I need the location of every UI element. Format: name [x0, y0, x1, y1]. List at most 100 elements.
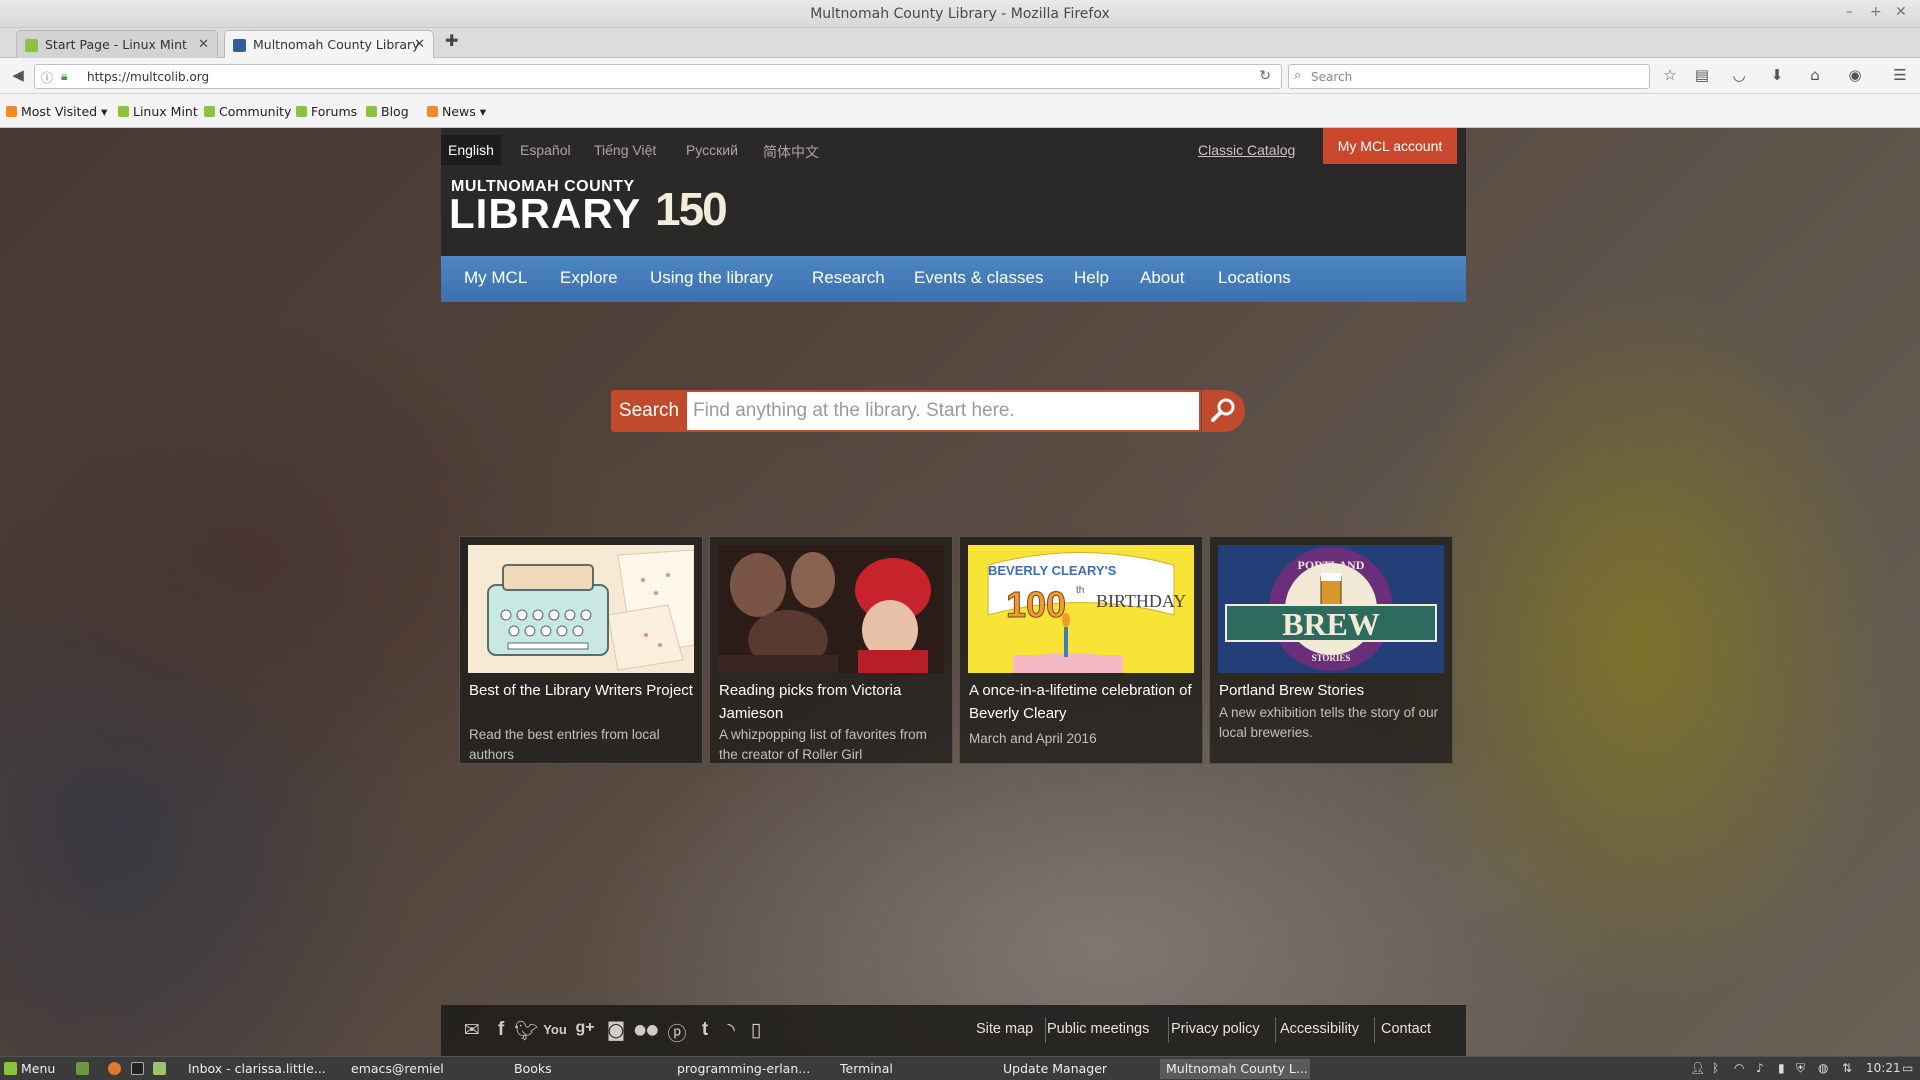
footer-divider [1168, 1017, 1169, 1043]
task-multnomah-library[interactable]: Multnomah County L... [1160, 1059, 1310, 1079]
shield-icon[interactable]: ⛨ [1796, 1061, 1805, 1076]
nav-research[interactable]: Research [812, 268, 885, 288]
hamburger-menu-icon[interactable]: ☰ [1890, 66, 1910, 84]
mobile-icon[interactable]: ▯ [744, 1019, 768, 1041]
lang-english[interactable]: English [441, 135, 501, 165]
search-placeholder: Search [1311, 70, 1353, 84]
bookmark-news[interactable]: News ▾ [427, 104, 486, 119]
network-icon[interactable]: ⇅ [1842, 1061, 1852, 1075]
info-icon[interactable]: ⓘ [41, 69, 53, 86]
task-emacs[interactable]: emacs@remiel [345, 1059, 495, 1079]
task-inbox[interactable]: Inbox - clarissa.little... [182, 1059, 332, 1079]
show-desktop-launcher[interactable] [76, 1061, 93, 1076]
tab-multnomah-library[interactable]: Multnomah County Library ✕ [224, 30, 434, 58]
nav-my-mcl[interactable]: My MCL [464, 268, 527, 288]
home-icon[interactable]: ⌂ [1805, 66, 1825, 84]
chrome-icon[interactable]: ◍ [1818, 1061, 1828, 1075]
url-bar[interactable]: ⓘ 🔒︎ https://multcolib.org ↻ [34, 64, 1282, 89]
bookmark-blog[interactable]: Blog [366, 104, 409, 119]
task-books[interactable]: Books [508, 1059, 658, 1079]
reading-list-icon[interactable]: ▤ [1692, 66, 1712, 84]
volume-icon[interactable]: ♪ [1756, 1061, 1764, 1075]
nav-events-classes[interactable]: Events & classes [914, 268, 1043, 288]
start-menu-button[interactable]: Menu [4, 1061, 55, 1076]
feature-card-portland-brew[interactable]: PORTLAND BREW STORIES Portland Brew Stor… [1209, 536, 1453, 764]
bookmark-community[interactable]: Community [204, 104, 291, 119]
footer-site-map[interactable]: Site map [976, 1021, 1033, 1037]
twitter-icon[interactable]: 🐦︎ [514, 1019, 538, 1042]
bookmark-forums[interactable]: Forums [296, 104, 357, 119]
search-submit-button[interactable] [1202, 390, 1245, 432]
new-tab-icon[interactable]: ✚ [445, 31, 458, 50]
task-programming-erlang[interactable]: programming-erlan... [671, 1059, 821, 1079]
instagram-icon[interactable]: ◙ [604, 1019, 628, 1041]
card-description: A whizpopping list of favorites from the… [719, 727, 927, 762]
close-tab-icon[interactable]: ✕ [198, 31, 209, 59]
logo-line2: LIBRARY [449, 190, 642, 237]
bookmark-linux-mint[interactable]: Linux Mint [118, 104, 198, 119]
maximize-icon[interactable]: + [1870, 4, 1882, 20]
footer-accessibility[interactable]: Accessibility [1280, 1021, 1359, 1037]
feature-card-writers-project[interactable]: Best of the Library Writers Project Read… [459, 536, 703, 764]
footer-contact[interactable]: Contact [1381, 1021, 1431, 1037]
close-window-icon[interactable]: ✕ [1895, 4, 1907, 20]
notification-icon[interactable]: ▭ [1902, 1061, 1913, 1075]
nav-about[interactable]: About [1140, 268, 1184, 288]
close-tab-icon[interactable]: ✕ [414, 31, 425, 59]
menu-label: Menu [21, 1061, 56, 1076]
wifi-icon[interactable]: ◠ [1734, 1061, 1744, 1075]
back-icon[interactable]: ◀ [8, 66, 28, 84]
nav-help[interactable]: Help [1074, 268, 1109, 288]
terminal-launcher[interactable] [131, 1061, 148, 1076]
card-title[interactable]: Best of the Library Writers Project [469, 679, 695, 702]
files-launcher[interactable] [153, 1061, 170, 1076]
bookmark-most-visited[interactable]: Most Visited ▾ [6, 104, 107, 119]
browser-search-box[interactable]: ⌕ Search [1288, 64, 1650, 89]
minimize-icon[interactable]: – [1846, 4, 1853, 20]
catalog-search-input[interactable] [687, 390, 1201, 432]
bookmark-label: Most Visited [21, 104, 98, 119]
nav-using-the-library[interactable]: Using the library [650, 268, 773, 288]
classic-catalog-link[interactable]: Classic Catalog [1198, 142, 1295, 158]
clock[interactable]: 10:21 [1866, 1061, 1901, 1075]
tab-start-page[interactable]: Start Page - Linux Mint ✕ [16, 30, 218, 58]
lang-russian[interactable]: Русский [686, 142, 738, 158]
firefox-launcher[interactable] [108, 1061, 125, 1076]
bookmark-star-icon[interactable]: ☆ [1660, 66, 1680, 84]
youtube-icon[interactable]: You [543, 1022, 567, 1037]
lang-espanol[interactable]: Español [520, 142, 571, 158]
task-update-manager[interactable]: Update Manager [997, 1059, 1147, 1079]
lang-vietnamese[interactable]: Tiếng Việt [594, 142, 656, 158]
feature-card-victoria-jamieson[interactable]: Reading picks from Victoria Jamieson A w… [709, 536, 953, 764]
battery-icon[interactable]: ▮ [1778, 1061, 1785, 1075]
card-title[interactable]: A once-in-a-lifetime celebration of Beve… [969, 679, 1195, 725]
user-icon[interactable]: 👤︎ [1690, 1061, 1705, 1075]
card-title[interactable]: Reading picks from Victoria Jamieson [719, 679, 945, 725]
footer-privacy-policy[interactable]: Privacy policy [1171, 1021, 1260, 1037]
chat-icon[interactable]: ◉ [1845, 66, 1865, 84]
graphic-text: th [1076, 585, 1084, 596]
nav-locations[interactable]: Locations [1218, 268, 1291, 288]
flickr-icon[interactable]: ●● [634, 1022, 658, 1038]
nav-explore[interactable]: Explore [560, 268, 618, 288]
pinterest-icon[interactable]: ⓟ [665, 1019, 689, 1046]
bookmark-label: Linux Mint [133, 104, 198, 119]
my-mcl-account-button[interactable]: My MCL account [1323, 128, 1457, 164]
task-label: emacs@remiel [351, 1061, 444, 1076]
email-icon[interactable]: ✉ [460, 1019, 484, 1041]
reload-icon[interactable]: ↻ [1259, 68, 1271, 84]
google-plus-icon[interactable]: g+ [573, 1019, 597, 1037]
task-label: Books [514, 1061, 552, 1076]
bluetooth-icon[interactable]: ᛒ [1712, 1061, 1719, 1075]
tumblr-icon[interactable]: t [693, 1019, 717, 1041]
download-icon[interactable]: ⬇ [1767, 66, 1787, 84]
pocket-icon[interactable]: ◡ [1729, 66, 1749, 84]
page-content: English Español Tiếng Việt Русский 简体中文 … [0, 128, 1920, 1056]
task-terminal[interactable]: Terminal [834, 1059, 984, 1079]
lang-chinese[interactable]: 简体中文 [763, 142, 819, 162]
facebook-icon[interactable]: f [489, 1019, 513, 1041]
card-title[interactable]: Portland Brew Stories [1219, 679, 1445, 702]
footer-public-meetings[interactable]: Public meetings [1047, 1021, 1149, 1037]
feature-card-beverly-cleary[interactable]: BEVERLY CLEARY'S 100 th BIRTHDAY A once-… [959, 536, 1203, 764]
rss-icon[interactable]: ◝ [719, 1019, 743, 1041]
